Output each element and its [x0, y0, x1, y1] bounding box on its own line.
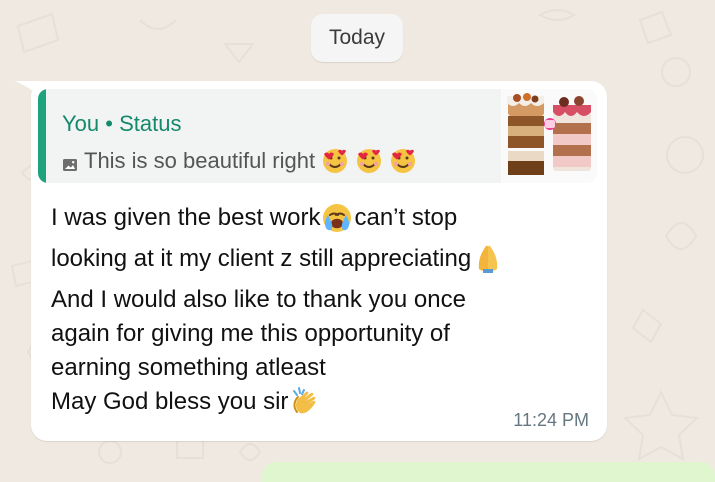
message-text-line-6: May God bless you sir: [51, 388, 289, 415]
message-text-line-4: again for giving me this opportunity of: [51, 320, 450, 347]
clapping-hands-icon: [288, 385, 322, 419]
quote-accent-bar: [38, 89, 46, 183]
face-with-hearts-icon: [389, 147, 417, 175]
cake-image-left: [507, 93, 544, 175]
message-line-5: earning something atleast: [51, 351, 591, 385]
status-reply-quote[interactable]: You • Status This is so beautiful right: [38, 89, 597, 183]
status-thumbnail[interactable]: [501, 89, 597, 183]
message-body: I was given the best work can’t stop loo…: [51, 201, 591, 419]
incoming-message-bubble[interactable]: You • Status This is so beautiful right: [31, 81, 607, 441]
face-with-hearts-icon: [355, 147, 383, 175]
quote-preview-text: This is so beautiful right: [84, 148, 316, 173]
message-text-line-1a: I was given the best work: [51, 204, 321, 231]
message-line-2: looking at it my client z still apprecia…: [51, 235, 591, 283]
crying-face-icon: [320, 201, 354, 235]
message-text-line-1b: can’t stop: [354, 204, 458, 231]
message-text-line-2: looking at it my client z still apprecia…: [51, 245, 472, 272]
message-time: 11:24 PM: [513, 410, 589, 430]
message-line-4: again for giving me this opportunity of: [51, 317, 591, 351]
quote-sender: You: [62, 111, 100, 136]
message-line-3: And I would also like to thank you once: [51, 283, 591, 317]
message-line-1: I was given the best work can’t stop: [51, 201, 591, 235]
message-text-line-3: And I would also like to thank you once: [51, 286, 466, 313]
folded-hands-icon: [471, 242, 505, 276]
photo-icon: [62, 153, 78, 171]
message-line-6: May God bless you sir: [51, 385, 591, 419]
quote-title: You • Status: [62, 113, 181, 135]
quote-context: Status: [119, 111, 182, 136]
face-with-hearts-icon: [321, 147, 349, 175]
outgoing-message-bubble-partial[interactable]: [262, 462, 715, 482]
date-label: Today: [328, 26, 386, 49]
date-separator: Today: [311, 14, 403, 62]
quote-preview: This is so beautiful right: [62, 147, 417, 175]
quote-separator: •: [105, 111, 120, 136]
message-text-line-5: earning something atleast: [51, 354, 326, 381]
